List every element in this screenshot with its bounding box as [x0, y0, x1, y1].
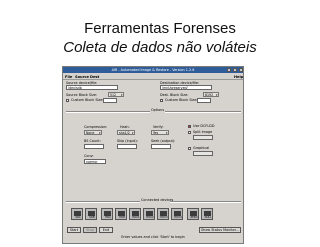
disk-icon	[160, 210, 167, 216]
device-zero-button[interactable]: ZERO	[187, 208, 199, 220]
disk-icon	[74, 210, 81, 216]
hash-label: Hash:	[120, 125, 130, 129]
menu-bar: File Source Dest Help	[63, 74, 243, 80]
devices-heading: Connected devices	[141, 198, 174, 202]
bs-count-label: BS Count:	[84, 139, 101, 143]
source-block-value: 512	[110, 93, 117, 97]
exit-button[interactable]: Exit	[99, 227, 113, 233]
menu-help[interactable]: Help	[234, 75, 243, 79]
window-titlebar: AIR - Automated Image & Restore - Versio…	[63, 67, 243, 73]
verify-value: Yes	[153, 131, 159, 135]
verify-select[interactable]: Yes ▾	[151, 130, 169, 135]
split-image-checkbox[interactable]	[188, 131, 191, 134]
status-text: Enter values and click 'Start' to begin	[121, 235, 185, 239]
menu-dest[interactable]: Dest	[90, 75, 99, 79]
source-custom-label: Custom Block Size:	[71, 98, 104, 102]
hash-select[interactable]: sha1/2 ▾	[117, 130, 135, 135]
device-label: HDC2	[146, 216, 154, 219]
device-label: HDC1	[132, 216, 140, 219]
disk-icon	[146, 210, 153, 216]
bs-count-input[interactable]	[84, 144, 104, 149]
start-button[interactable]: Start	[67, 227, 81, 233]
dest-block-select[interactable]: 8192 ▾	[203, 92, 219, 97]
dest-custom-input[interactable]	[197, 98, 211, 103]
disk-icon	[88, 210, 95, 216]
minimize-icon[interactable]	[227, 68, 231, 72]
dest-custom-label: Custom Block Size:	[165, 98, 198, 102]
dest-custom-checkbox[interactable]	[160, 99, 163, 102]
dest-block-label: Dest. Block Size:	[160, 93, 189, 97]
device-label: ZERO	[190, 216, 198, 219]
options-divider-right	[165, 111, 241, 113]
maximize-icon[interactable]	[233, 68, 237, 72]
disk-icon	[190, 210, 197, 216]
device-label: HDC4	[174, 216, 182, 219]
window-title: AIR - Automated Image & Restore - Versio…	[111, 68, 195, 72]
dest-block-value: 8192	[205, 93, 214, 97]
menu-source[interactable]: Source	[75, 75, 89, 79]
app-window: AIR - Automated Image & Restore - Versio…	[62, 66, 244, 244]
device-label: NULL	[204, 216, 212, 219]
dest-device-input[interactable]: /mnt/preserved/	[160, 85, 212, 90]
verify-label: Verify:	[153, 125, 164, 129]
disk-icon	[118, 210, 125, 216]
compression-value: None	[86, 131, 95, 135]
graphical-checkbox[interactable]	[188, 147, 191, 150]
split-size-input[interactable]	[193, 135, 213, 140]
disk-icon	[132, 210, 139, 216]
chevron-down-icon: ▾	[131, 131, 134, 135]
seek-input[interactable]	[151, 144, 171, 149]
skip-input[interactable]	[117, 144, 137, 149]
device-label: HDA	[105, 216, 111, 219]
use-dcfldd-label: Use DCFLDD	[193, 124, 215, 128]
hash-value: sha1/2	[119, 131, 130, 135]
source-custom-input[interactable]	[103, 98, 117, 103]
chevron-down-icon: ▾	[215, 93, 218, 97]
device-hdc1-button[interactable]: HDC1	[129, 208, 141, 220]
device-hdb-button[interactable]: HDB	[115, 208, 127, 220]
options-heading: Options	[151, 108, 165, 112]
device-hdc2-button[interactable]: HDC2	[143, 208, 155, 220]
menu-file[interactable]: File	[65, 75, 72, 79]
source-custom-checkbox[interactable]	[66, 99, 69, 102]
source-device-input[interactable]: /dev/sdb	[66, 85, 118, 90]
source-block-select[interactable]: 512 ▾	[108, 92, 124, 97]
slide-title: Ferramentas Forenses	[84, 20, 236, 37]
chevron-down-icon: ▾	[165, 131, 168, 135]
device-null-button[interactable]: NULL	[201, 208, 213, 220]
devices-divider-left	[66, 201, 140, 203]
graphical-input[interactable]	[193, 151, 213, 156]
graphical-label: Graphical	[193, 146, 210, 150]
compression-label: Compression:	[84, 125, 108, 129]
split-image-label: Split image	[193, 130, 213, 134]
device-hda-button[interactable]: HDA	[101, 208, 113, 220]
chevron-down-icon: ▾	[120, 93, 123, 97]
slide-subtitle: Coleta de dados não voláteis	[63, 39, 257, 56]
seek-label: Seek (output):	[151, 139, 176, 143]
device-sda-button[interactable]: SDA	[71, 208, 83, 220]
device-label: SDA	[75, 216, 81, 219]
source-block-label: Source Block Size:	[66, 93, 98, 97]
conv-label: Conv:	[84, 154, 94, 158]
chevron-down-icon: ▾	[98, 131, 101, 135]
device-hdc3-button[interactable]: HDC3	[157, 208, 169, 220]
disk-icon	[174, 210, 181, 216]
disk-icon	[204, 210, 211, 216]
stop-button[interactable]: Stop	[83, 227, 97, 233]
skip-label: Skip (input):	[117, 139, 138, 143]
conv-input[interactable]: noerror	[84, 159, 106, 164]
options-divider-left	[66, 111, 150, 113]
device-label: HDC3	[160, 216, 168, 219]
compression-select[interactable]: None ▾	[84, 130, 102, 135]
use-dcfldd-checkbox[interactable]	[188, 125, 191, 128]
device-sdb-button[interactable]: SDB	[85, 208, 97, 220]
devices-divider-right	[170, 201, 241, 203]
status-monitor-button[interactable]: Show Status Monitor...	[199, 227, 241, 233]
device-label: SDB	[89, 216, 95, 219]
device-label: HDB	[119, 216, 125, 219]
device-hdc4-button[interactable]: HDC4	[171, 208, 183, 220]
disk-icon	[104, 210, 111, 216]
close-icon[interactable]	[239, 68, 243, 72]
